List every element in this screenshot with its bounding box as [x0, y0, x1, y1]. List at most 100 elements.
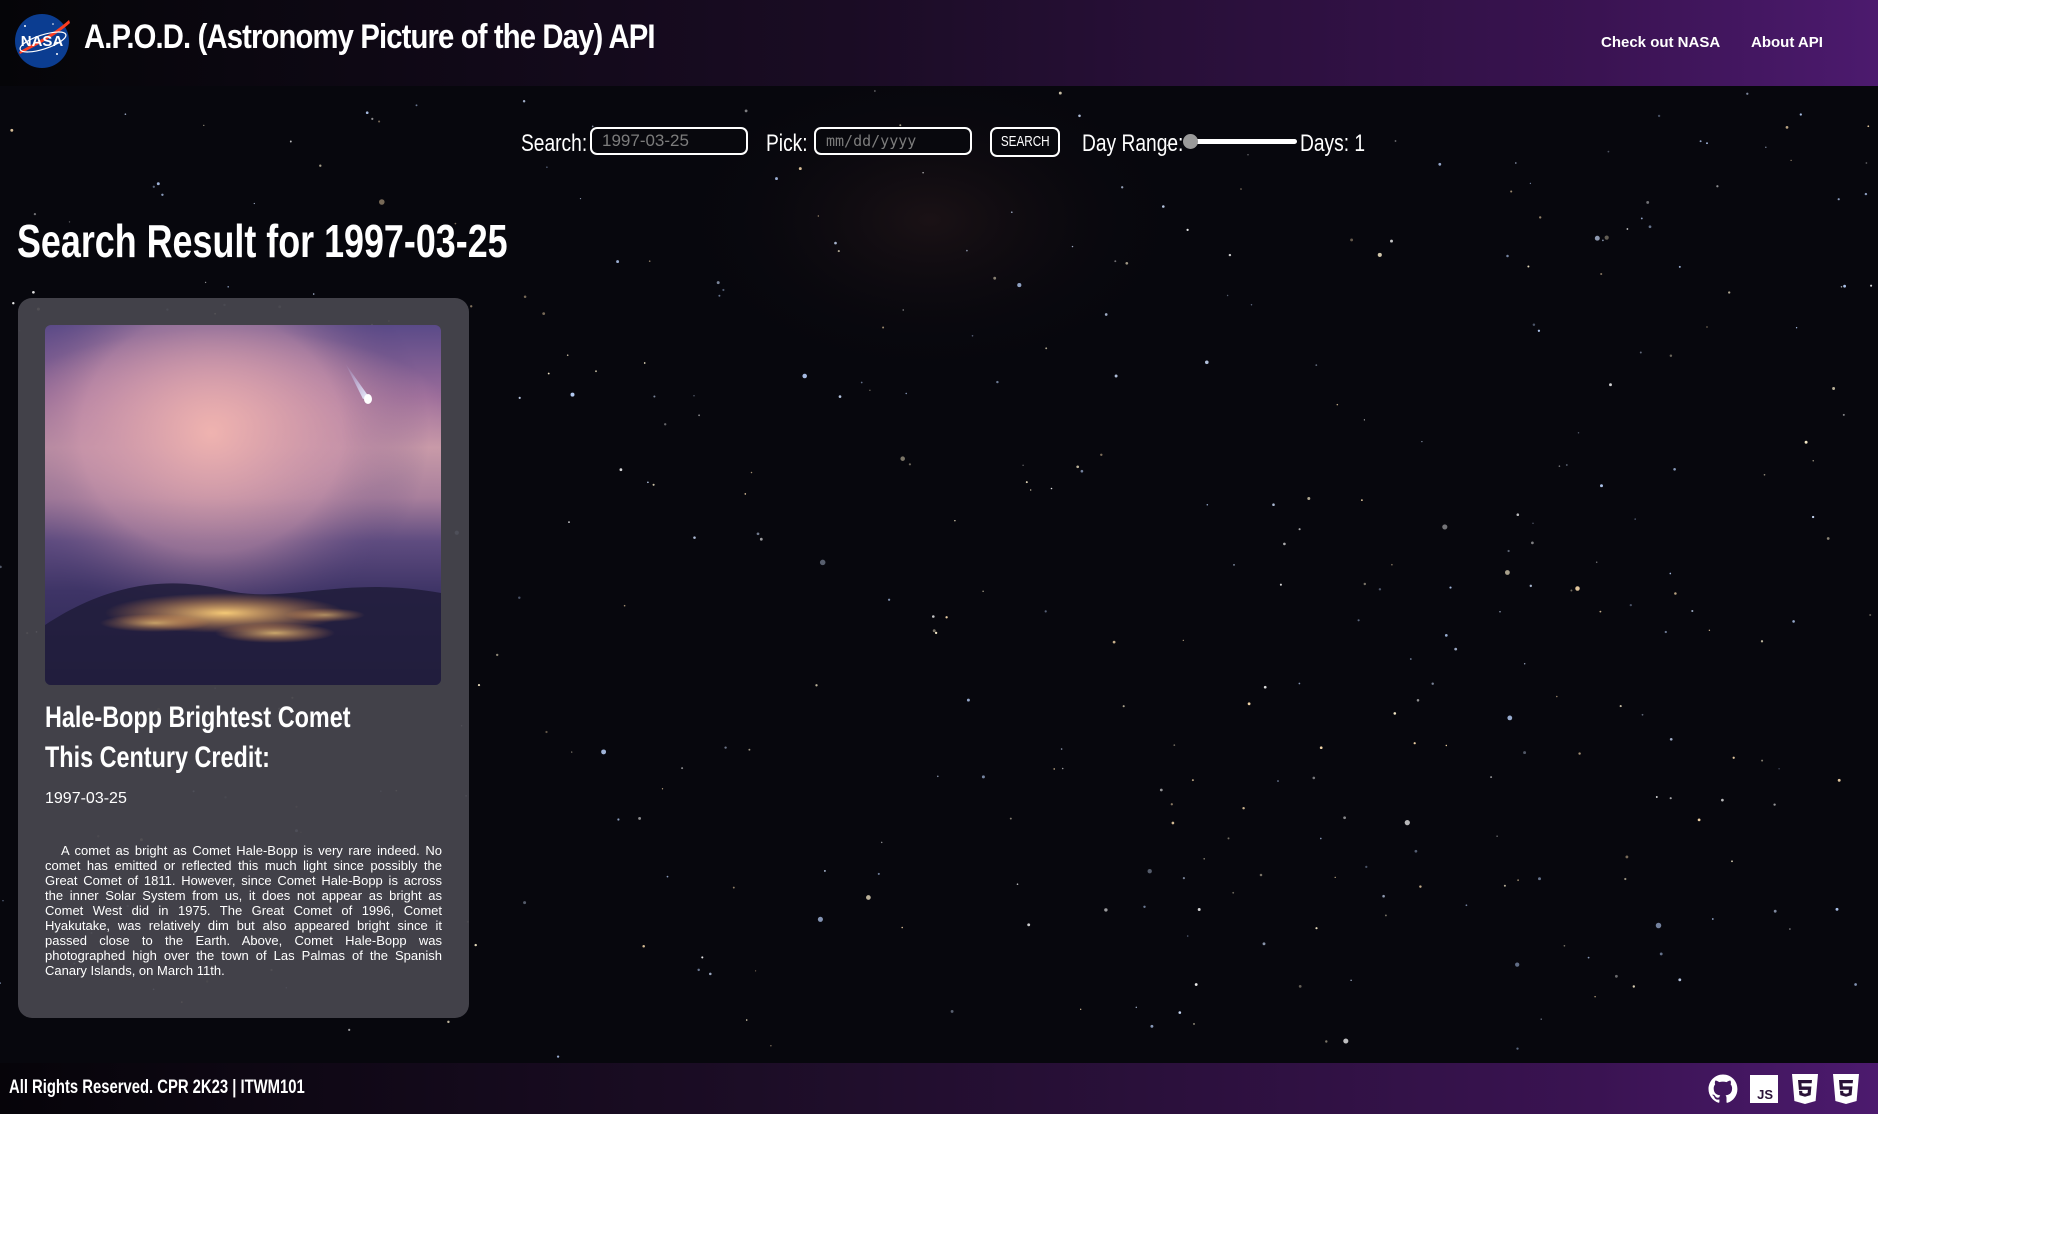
- background-star: [1575, 586, 1580, 591]
- background-star: [693, 536, 696, 539]
- background-star: [1496, 835, 1498, 837]
- background-star: [1537, 329, 1541, 332]
- background-star: [745, 1019, 748, 1021]
- search-button[interactable]: SEARCH: [990, 127, 1060, 157]
- background-star: [1242, 806, 1245, 810]
- background-star: [1438, 162, 1442, 166]
- background-star: [1191, 779, 1194, 782]
- background-star: [1262, 942, 1266, 946]
- background-star: [1577, 432, 1580, 434]
- apod-date: 1997-03-25: [45, 790, 127, 807]
- background-star: [954, 520, 956, 522]
- nav-link-check-out-nasa[interactable]: Check out NASA: [1601, 34, 1720, 51]
- background-star: [415, 104, 418, 107]
- background-star: [666, 875, 669, 878]
- apod-image[interactable]: [45, 325, 441, 685]
- background-star: [1594, 235, 1600, 241]
- background-star: [253, 202, 255, 205]
- background-star: [1604, 235, 1609, 240]
- background-star: [1431, 682, 1434, 685]
- top-navbar: NASA A.P.O.D. (Astronomy Picture of the …: [0, 0, 1878, 86]
- background-star: [1864, 192, 1868, 196]
- background-star: [837, 250, 840, 253]
- background-star: [1465, 904, 1468, 907]
- background-star: [900, 456, 905, 461]
- day-range-slider-thumb[interactable]: [1183, 134, 1198, 149]
- background-star: [681, 767, 684, 770]
- background-star: [1343, 1038, 1349, 1044]
- background-star: [579, 198, 582, 200]
- background-star: [643, 362, 646, 364]
- background-star: [1022, 464, 1024, 467]
- background-star: [1773, 803, 1776, 806]
- background-star: [802, 373, 807, 379]
- background-star: [1516, 513, 1520, 516]
- background-star: [1490, 776, 1493, 779]
- background-star: [1382, 894, 1385, 898]
- background-star: [653, 395, 656, 398]
- page-background: NASA A.P.O.D. (Astronomy Picture of the …: [0, 0, 1878, 1114]
- javascript-icon[interactable]: JS: [1748, 1073, 1780, 1105]
- background-star: [817, 916, 823, 922]
- background-star: [1515, 962, 1520, 967]
- pick-date-input[interactable]: mm/dd/yyyy: [814, 127, 972, 155]
- background-star: [1121, 186, 1124, 189]
- background-star: [1632, 985, 1635, 988]
- background-star: [1071, 245, 1074, 248]
- background-star: [0, 565, 2, 569]
- background-star: [1404, 819, 1410, 826]
- background-star: [378, 120, 381, 123]
- background-star: [1708, 629, 1711, 631]
- day-range-slider[interactable]: [1183, 134, 1298, 150]
- background-star: [1228, 253, 1232, 257]
- background-star: [1010, 211, 1013, 214]
- background-star: [1595, 561, 1598, 563]
- background-star: [1746, 92, 1749, 95]
- background-star: [601, 749, 607, 755]
- background-star: [1799, 113, 1802, 116]
- background-star: [819, 559, 826, 566]
- background-star: [1812, 460, 1814, 462]
- background-star: [474, 943, 477, 947]
- background-star: [365, 111, 369, 115]
- css3-icon[interactable]: [1830, 1073, 1862, 1105]
- background-star: [156, 182, 160, 186]
- html5-icon[interactable]: [1789, 1073, 1821, 1105]
- background-star: [1365, 865, 1368, 869]
- search-date-input[interactable]: 1997-03-25: [590, 127, 748, 155]
- background-star: [1716, 185, 1719, 188]
- background-star: [1442, 524, 1448, 530]
- github-icon[interactable]: [1707, 1073, 1739, 1105]
- background-star: [522, 100, 526, 103]
- background-star: [934, 631, 938, 635]
- background-star: [1421, 440, 1423, 443]
- nasa-logo[interactable]: NASA: [13, 12, 71, 70]
- background-star: [1599, 610, 1602, 613]
- background-star: [1182, 639, 1184, 642]
- background-star: [1529, 182, 1532, 185]
- background-star: [1050, 487, 1053, 490]
- background-star: [1076, 465, 1080, 469]
- background-star: [1232, 891, 1235, 894]
- background-star: [1826, 537, 1830, 540]
- background-star: [1563, 944, 1566, 947]
- background-star: [1711, 918, 1714, 920]
- nav-link-about-api[interactable]: About API: [1751, 34, 1823, 51]
- search-result-heading: Search Result for 1997-03-25: [17, 215, 508, 267]
- background-star: [642, 944, 645, 948]
- background-star: [1865, 162, 1868, 164]
- background-star: [566, 354, 569, 356]
- background-star: [1162, 205, 1165, 208]
- background-star: [470, 305, 473, 308]
- background-star: [1325, 1040, 1328, 1043]
- background-star: [1009, 817, 1012, 820]
- background-star: [724, 746, 727, 749]
- background-star: [1060, 748, 1063, 750]
- background-star: [1390, 239, 1393, 243]
- background-star: [744, 493, 747, 495]
- background-star: [1125, 261, 1129, 265]
- background-star: [1315, 927, 1318, 930]
- background-star: [1539, 216, 1542, 219]
- background-star: [1283, 542, 1286, 546]
- background-star: [905, 392, 907, 395]
